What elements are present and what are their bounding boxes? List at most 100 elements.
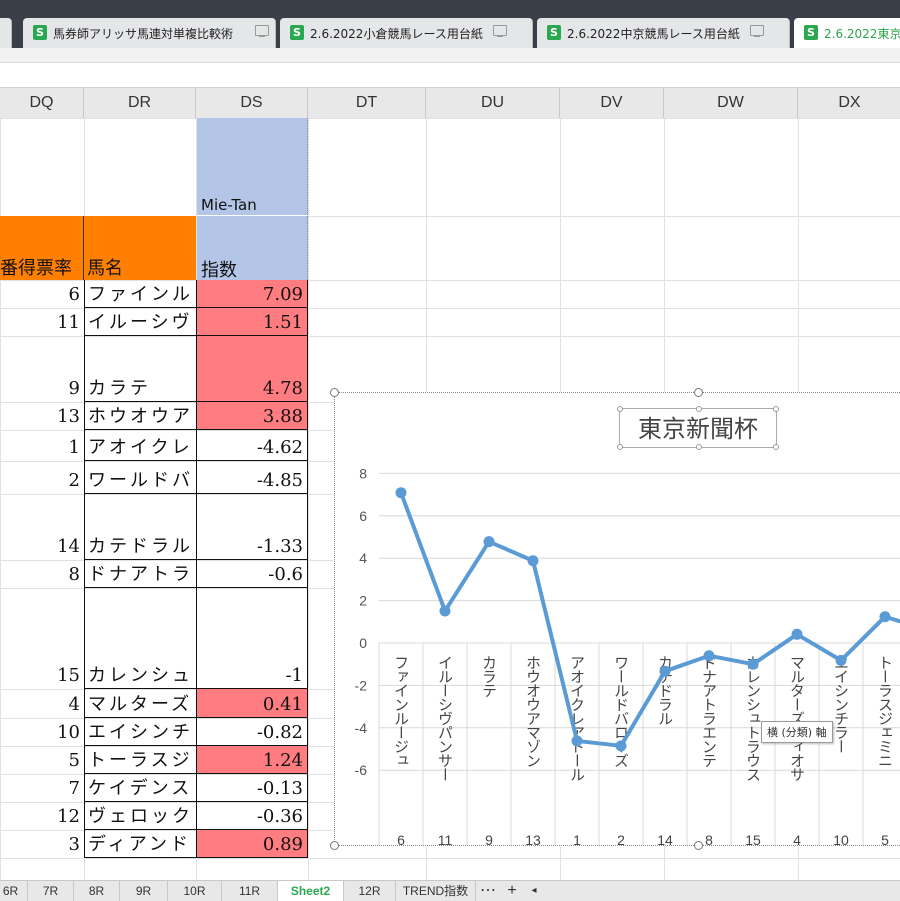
toolbar-strip (0, 48, 900, 63)
chart-data-point (747, 658, 759, 670)
tab-kokura[interactable]: S 2.6.2022小倉競馬レース用台紙 (280, 18, 533, 48)
sheet-tab[interactable]: TREND指数 (396, 881, 476, 901)
row-number-cell[interactable]: 10 (0, 718, 84, 746)
chart-data-point (483, 536, 495, 548)
index-value-cell[interactable]: -0.13 (197, 774, 308, 802)
horse-name-cell[interactable]: イルーシヴ (84, 308, 197, 336)
index-value-cell[interactable]: 0.89 (197, 830, 308, 858)
title-handle[interactable] (696, 444, 702, 450)
chart-data-point (879, 611, 891, 623)
column-header-ds[interactable]: DS (196, 88, 308, 118)
sheet-tab[interactable]: 11R (222, 881, 278, 901)
index-value-cell[interactable]: -0.82 (197, 718, 308, 746)
row-number-cell[interactable]: 4 (0, 689, 84, 718)
ds-header-label[interactable]: 指数 (197, 216, 308, 280)
title-handle[interactable] (773, 406, 779, 412)
tab-label: 2.6.2022中京競馬レース用台紙 (567, 27, 740, 41)
horse-name-cell[interactable]: カテドラル (84, 494, 197, 560)
line-chart[interactable]: 8 6 4 2 0 -2 -4 -6 ファインルージュ 6 イルーシヴパンサー 11 カラテ 9 ホウオウア… (330, 388, 900, 850)
horse-name-cell[interactable]: ワールドバ (84, 461, 197, 494)
row-number-cell[interactable]: 14 (0, 494, 84, 560)
grid-row-line (0, 118, 900, 119)
title-handle[interactable] (696, 406, 702, 412)
sheet-tab[interactable]: 6R (0, 881, 28, 901)
row-number-cell[interactable]: 12 (0, 802, 84, 830)
horse-name-cell[interactable]: マルターズ (84, 689, 197, 718)
column-header-dx[interactable]: DX (798, 88, 900, 118)
row-number-cell[interactable]: 9 (0, 336, 84, 402)
horse-name-cell[interactable]: アオイクレ (84, 430, 197, 461)
sheet-tab[interactable]: 7R (28, 881, 74, 901)
column-header-dr[interactable]: DR (84, 88, 196, 118)
column-header-dt[interactable]: DT (308, 88, 426, 118)
row-number-cell[interactable]: 13 (0, 402, 84, 430)
row-number-cell[interactable]: 5 (0, 746, 84, 774)
spreadsheet-icon: S (290, 25, 304, 40)
row-number-cell[interactable]: 6 (0, 280, 84, 308)
index-value-cell[interactable]: 1.51 (197, 308, 308, 336)
row-number-cell[interactable]: 11 (0, 308, 84, 336)
sheet-tab[interactable]: Sheet2 (278, 881, 344, 901)
tab-partial[interactable] (0, 18, 12, 48)
row-number-cell[interactable]: 15 (0, 588, 84, 689)
index-value-cell[interactable]: 7.09 (197, 280, 308, 308)
horse-name-cell[interactable]: ケイデンス (84, 774, 197, 802)
column-header-du[interactable]: DU (426, 88, 560, 118)
chart-title[interactable]: 東京新聞杯 (620, 409, 776, 447)
column-header-dq[interactable]: DQ (0, 88, 84, 118)
index-value-cell[interactable]: 0.41 (197, 689, 308, 718)
horse-name-cell[interactable]: ヴェロック (84, 802, 197, 830)
sheet-tab[interactable]: ⋯ (476, 881, 500, 901)
column-header-dw[interactable]: DW (664, 88, 798, 118)
chart-category-number: 2 (617, 832, 625, 847)
row-number-cell[interactable]: 3 (0, 830, 84, 858)
row-number-cell[interactable]: 7 (0, 774, 84, 802)
horse-name-cell[interactable]: ドナアトラ (84, 560, 197, 588)
chart-y-tick-label: 4 (359, 550, 367, 566)
title-handle[interactable] (773, 444, 779, 450)
tab-label: 2.6.2022小倉競馬レース用台紙 (310, 27, 483, 41)
horse-name-cell[interactable]: カレンシュ (84, 588, 197, 689)
sheet-tab[interactable]: 9R (120, 881, 168, 901)
row-number-cell[interactable]: 8 (0, 560, 84, 588)
spreadsheet-icon: S (547, 25, 561, 40)
horse-name-cell[interactable]: ファインル (84, 280, 197, 308)
title-handle[interactable] (617, 444, 623, 450)
ds-header-top[interactable]: Mie-Tan (197, 118, 308, 215)
horse-name-cell[interactable]: ディアンド (84, 830, 197, 858)
chart-category-number: 14 (657, 832, 673, 847)
index-value-cell[interactable]: 4.78 (197, 336, 308, 402)
sheet-tab[interactable]: + (500, 881, 524, 901)
index-value-cell[interactable]: -1.33 (197, 494, 308, 560)
tab-chukyo[interactable]: S 2.6.2022中京競馬レース用台紙 (537, 18, 790, 48)
dq-header-label[interactable]: 連番得票率 (0, 216, 84, 280)
chart-category-label: ホウオウアマゾン (524, 655, 542, 767)
tab-alyssa[interactable]: S 馬券師アリッサ馬連対単複比較術 (23, 18, 276, 48)
horse-name-cell[interactable]: ホウオウア (84, 402, 197, 430)
index-value-cell[interactable]: 1.24 (197, 746, 308, 774)
horse-name-cell[interactable]: エイシンチ (84, 718, 197, 746)
column-header-dv[interactable]: DV (560, 88, 664, 118)
index-value-cell[interactable]: -0.36 (197, 802, 308, 830)
chart-title-box[interactable]: 東京新聞杯 (617, 406, 779, 450)
title-handle[interactable] (617, 406, 623, 412)
chart-y-tick-label: 0 (359, 635, 367, 651)
sheet-tab[interactable]: 8R (74, 881, 120, 901)
index-value-cell[interactable]: 3.88 (197, 402, 308, 430)
row-number-cell[interactable]: 2 (0, 461, 84, 494)
index-value-cell[interactable]: -0.6 (197, 560, 308, 588)
horse-name-cell[interactable]: カラテ (84, 336, 197, 402)
scroll-left-arrow-icon[interactable]: ◂ (524, 881, 544, 901)
row-number-cell[interactable]: 1 (0, 430, 84, 461)
index-value-cell[interactable]: -4.85 (197, 461, 308, 494)
index-value-cell[interactable]: -4.62 (197, 430, 308, 461)
horse-name-cell[interactable]: トーラスジ (84, 746, 197, 774)
tab-tokyo[interactable]: S 2.6.2022東京 (794, 18, 900, 48)
formula-bar[interactable] (0, 63, 900, 88)
sheet-tab[interactable]: 10R (168, 881, 222, 901)
chart-plot: 8 6 4 2 0 -2 -4 -6 ファインルージュ 6 イルーシヴパンサー 11 カラテ 9 ホウオウア… (355, 465, 900, 847)
sheet-tab[interactable]: 12R (344, 881, 396, 901)
dr-header-label[interactable]: 馬名 (84, 216, 196, 280)
index-value-cell[interactable]: -1 (197, 588, 308, 689)
chart-category-number: 11 (438, 832, 453, 847)
